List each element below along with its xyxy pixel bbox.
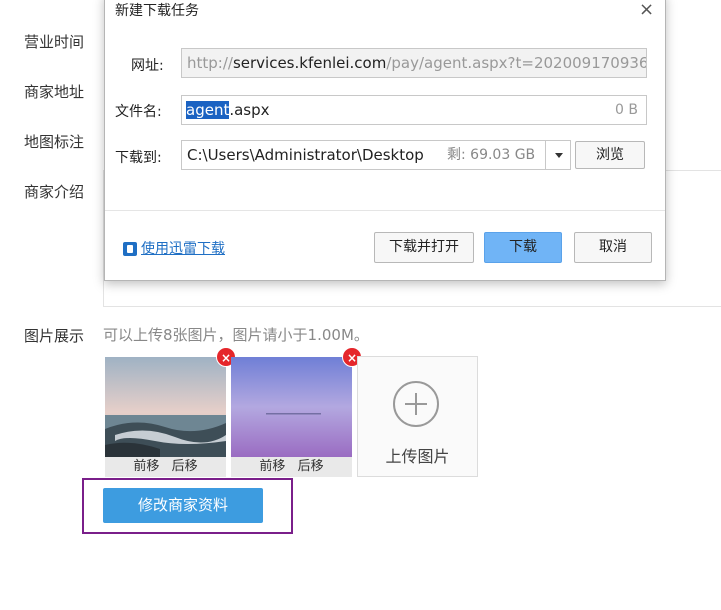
- move-next-button[interactable]: 后移: [298, 459, 324, 474]
- filename-extension: .aspx: [229, 101, 270, 119]
- filename-selected-text: agent: [186, 101, 230, 119]
- use-xunlei-link[interactable]: 使用迅雷下载: [141, 238, 225, 258]
- thumb-photo-coast: [105, 357, 226, 457]
- free-space: 剩: 69.03 GB: [447, 147, 536, 163]
- close-icon[interactable]: ×: [639, 0, 654, 20]
- label-address: 商家地址: [24, 83, 85, 101]
- move-prev-button[interactable]: 前移: [133, 459, 159, 474]
- thumb-photo-purple-sea: [231, 357, 352, 457]
- highlight-box: [82, 478, 293, 534]
- image-thumb-2: 前移 后移: [231, 357, 352, 477]
- cancel-button[interactable]: 取消: [574, 232, 652, 263]
- plus-circle-icon: [393, 381, 439, 427]
- file-size: 0 B: [615, 102, 638, 118]
- thumb-actions: 前移 后移: [231, 457, 352, 477]
- url-path: /pay/agent.aspx?t=20200917093618: [386, 54, 647, 72]
- url-prefix: http://: [187, 54, 233, 72]
- xunlei-icon: [123, 242, 137, 256]
- upload-image-button[interactable]: 上传图片: [357, 356, 478, 477]
- new-download-dialog: 新建下载任务 × 网址: http://services.kfenlei.com…: [104, 0, 666, 281]
- label-business-hours: 营业时间: [24, 33, 85, 51]
- upload-image-label: 上传图片: [385, 447, 450, 466]
- divider: [105, 210, 665, 211]
- move-prev-button[interactable]: 前移: [259, 459, 285, 474]
- dialog-title: 新建下载任务: [115, 3, 199, 19]
- save-path-field[interactable]: C:\Users\Administrator\Desktop 剩: 69.03 G…: [181, 140, 571, 170]
- url-label: 网址:: [131, 58, 164, 74]
- save-path-text: C:\Users\Administrator\Desktop: [187, 146, 424, 164]
- path-dropdown-button[interactable]: [545, 140, 572, 170]
- url-field[interactable]: http://services.kfenlei.com/pay/agent.as…: [181, 48, 647, 78]
- save-to-label: 下载到:: [115, 150, 162, 166]
- download-button[interactable]: 下载: [484, 232, 562, 263]
- filename-field[interactable]: agent.aspx 0 B: [181, 95, 647, 125]
- image-thumb-1: 前移 后移: [105, 357, 226, 477]
- upload-hint: 可以上传8张图片，图片请小于1.00M。: [103, 326, 369, 344]
- label-map-marker: 地图标注: [24, 133, 85, 151]
- chevron-down-icon: [555, 153, 563, 158]
- label-images: 图片展示: [24, 327, 85, 345]
- thumb-actions: 前移 后移: [105, 457, 226, 477]
- label-intro: 商家介绍: [24, 183, 85, 201]
- move-next-button[interactable]: 后移: [172, 459, 198, 474]
- url-domain: services.kfenlei.com: [232, 54, 387, 72]
- filename-label: 文件名:: [115, 104, 162, 120]
- download-and-open-button[interactable]: 下载并打开: [374, 232, 474, 263]
- browse-button[interactable]: 浏览: [575, 141, 645, 169]
